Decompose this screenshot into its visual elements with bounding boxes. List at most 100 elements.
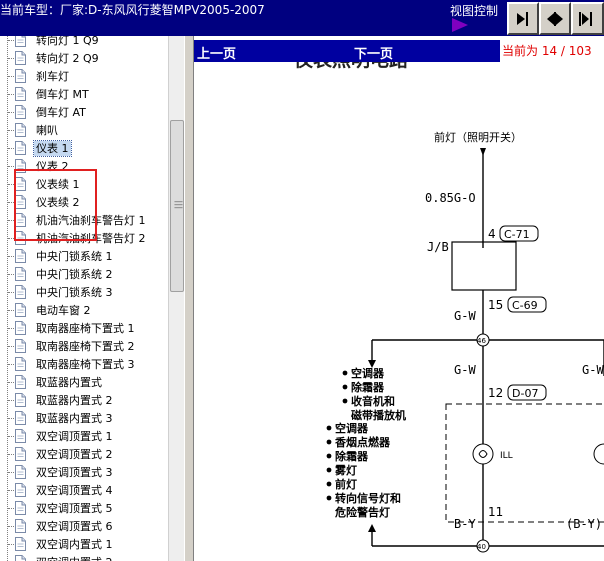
tree-item[interactable]: 双空调顶置式 4 xyxy=(0,481,168,499)
tree-item[interactable]: 取蓝器内置式 2 xyxy=(0,391,168,409)
connector-d07: D-07 xyxy=(512,387,538,400)
document-icon xyxy=(15,285,26,299)
sidebar-scrollbar[interactable]: — — — xyxy=(168,36,184,561)
tree-item[interactable]: 机油汽油刹车警告灯 2 xyxy=(0,229,168,247)
document-icon xyxy=(15,447,26,461)
expand-arrows-icon xyxy=(547,12,563,26)
tree-item[interactable]: 机油汽油刹车警告灯 1 xyxy=(0,211,168,229)
tree-item[interactable]: 取南器座椅下置式 3 xyxy=(0,355,168,373)
tree-item-label: 中央门锁系统 2 xyxy=(36,267,113,281)
tree-item-label: 仪表续 2 xyxy=(36,195,80,209)
wire-085-label: 0.85G-O xyxy=(425,191,476,205)
headlight-switch-label: 前灯（照明开关） xyxy=(434,130,522,144)
page-nav-bar: 上一页 下一页 当前为 14 / 103 xyxy=(194,40,604,62)
view-control-label: 视图控制 xyxy=(450,4,499,18)
tree-item[interactable]: 双空调顶置式 5 xyxy=(0,499,168,517)
fit-width-button[interactable] xyxy=(539,2,571,35)
wiring-diagram: 仪表照明电路 前灯（照明开关） 0.85G-O J/B 4 C-71 15 C-… xyxy=(293,48,604,553)
circuit-list-item: 雾灯 xyxy=(334,463,357,477)
tree-item[interactable]: 仪表 1 xyxy=(0,139,168,157)
document-icon xyxy=(15,159,26,173)
tree-item[interactable]: 倒车灯 AT xyxy=(0,103,168,121)
document-icon xyxy=(15,321,26,335)
wire-gw-label-3: G-W xyxy=(582,363,604,377)
tree-item-label: 取蓝器内置式 xyxy=(36,375,102,389)
view-control-arrow-icon[interactable] xyxy=(452,18,468,32)
document-icon xyxy=(15,483,26,497)
tree-item[interactable]: 双空调内置式 2 xyxy=(0,553,168,561)
next-page-link[interactable]: 下一页 xyxy=(354,43,393,62)
tree-item-label: 双空调顶置式 5 xyxy=(36,501,113,515)
shrink-button[interactable] xyxy=(571,2,604,35)
document-icon xyxy=(15,303,26,317)
scrollbar-thumb[interactable]: — — — xyxy=(170,120,184,292)
list-bullet xyxy=(342,398,348,404)
circuit-list-item: 空调器 xyxy=(335,421,369,435)
page-indicator: 当前为 14 / 103 xyxy=(500,40,604,62)
tree-item-label: 仪表 1 xyxy=(33,139,72,157)
tree-item[interactable]: 电动车窗 2 xyxy=(0,301,168,319)
circuit-list-item: 转向信号灯和 xyxy=(335,491,401,505)
tree-item[interactable]: 中央门锁系统 3 xyxy=(0,283,168,301)
tree-item[interactable]: 双空调顶置式 1 xyxy=(0,427,168,445)
tree-item[interactable]: 取蓝器内置式 xyxy=(0,373,168,391)
tree-item-label: 双空调顶置式 6 xyxy=(36,519,113,533)
circuit-list-item: 香烟点燃器 xyxy=(334,435,391,449)
header-bar: 当前车型：厂家:D-东风风行菱智MPV2005-2007 视图控制 xyxy=(0,0,604,36)
pane-splitter[interactable] xyxy=(184,36,194,561)
tree-item[interactable]: 仪表续 2 xyxy=(0,193,168,211)
tree-item-label: 仪表续 1 xyxy=(36,177,80,191)
chapter-tree[interactable]: 转向灯 1 Q9 转向灯 2 Q9 刹车灯倒车灯 MT 倒车灯 AT 喇叭 仪表 1 仪表 … xyxy=(0,36,184,561)
tree-item[interactable]: 中央门锁系统 1 xyxy=(0,247,168,265)
document-icon xyxy=(15,87,26,101)
tree-item[interactable]: 仪表续 1 xyxy=(0,175,168,193)
tree-item-label: 倒车灯 AT xyxy=(36,105,86,119)
tree-item[interactable]: 取南器座椅下置式 1 xyxy=(0,319,168,337)
pin-15: 15 xyxy=(488,298,503,312)
circuit-list-b: 空调器香烟点燃器除霜器雾灯前灯转向信号灯和危险警告灯 xyxy=(326,421,401,519)
tree-item[interactable]: 转向灯 1 Q9 xyxy=(0,36,168,49)
circuit-list-item: 除霜器 xyxy=(351,380,385,394)
circuit-list-item: 危险警告灯 xyxy=(334,505,390,519)
node-46: 46 xyxy=(477,337,486,345)
document-icon xyxy=(15,123,26,137)
tree-item-label: 中央门锁系统 3 xyxy=(36,285,113,299)
tree-item[interactable]: 刹车灯 xyxy=(0,67,168,85)
wire-gw-label-1: G-W xyxy=(454,309,476,323)
second-bulb-icon xyxy=(593,443,604,465)
tree-item[interactable]: 倒车灯 MT xyxy=(0,85,168,103)
tree-item-label: 双空调内置式 2 xyxy=(34,555,115,561)
tree-item[interactable]: 中央门锁系统 2 xyxy=(0,265,168,283)
tree-item[interactable]: 仪表 2 xyxy=(0,157,168,175)
tree-item-label: 双空调顶置式 4 xyxy=(36,483,113,497)
document-icon xyxy=(15,141,26,155)
list-bullet xyxy=(326,439,332,445)
show-panel-button[interactable] xyxy=(507,2,539,35)
tree-item[interactable]: 双空调顶置式 6 xyxy=(0,517,168,535)
wire-gw-label-2: G-W xyxy=(454,363,476,377)
document-icon xyxy=(15,231,26,245)
list-bullet xyxy=(326,481,332,487)
tree-item[interactable]: 喇叭 xyxy=(0,121,168,139)
document-icon xyxy=(15,519,26,533)
tree-item[interactable]: 双空调内置式 1 xyxy=(0,535,168,553)
document-icon xyxy=(15,177,26,191)
tree-item-label: 机油汽油刹车警告灯 2 xyxy=(36,231,146,245)
circuit-list-item: 除霜器 xyxy=(335,449,369,463)
list-bullet xyxy=(326,495,332,501)
pin-11: 11 xyxy=(488,505,503,519)
prev-page-link[interactable]: 上一页 xyxy=(197,43,236,62)
tree-item[interactable]: 取蓝器内置式 3 xyxy=(0,409,168,427)
meter-dashed-box xyxy=(445,403,604,523)
list-bullet xyxy=(342,384,348,390)
tree-item[interactable]: 转向灯 2 Q9 xyxy=(0,49,168,67)
document-icon xyxy=(15,555,26,561)
node-40: 40 xyxy=(477,543,486,551)
document-icon xyxy=(15,339,26,353)
circuit-list-item: 前灯 xyxy=(335,477,357,491)
tree-item-label: 倒车灯 MT xyxy=(36,87,89,101)
pin-12: 12 xyxy=(488,386,503,400)
tree-item[interactable]: 双空调顶置式 3 xyxy=(0,463,168,481)
tree-item[interactable]: 双空调顶置式 2 xyxy=(0,445,168,463)
tree-item[interactable]: 取南器座椅下置式 2 xyxy=(0,337,168,355)
